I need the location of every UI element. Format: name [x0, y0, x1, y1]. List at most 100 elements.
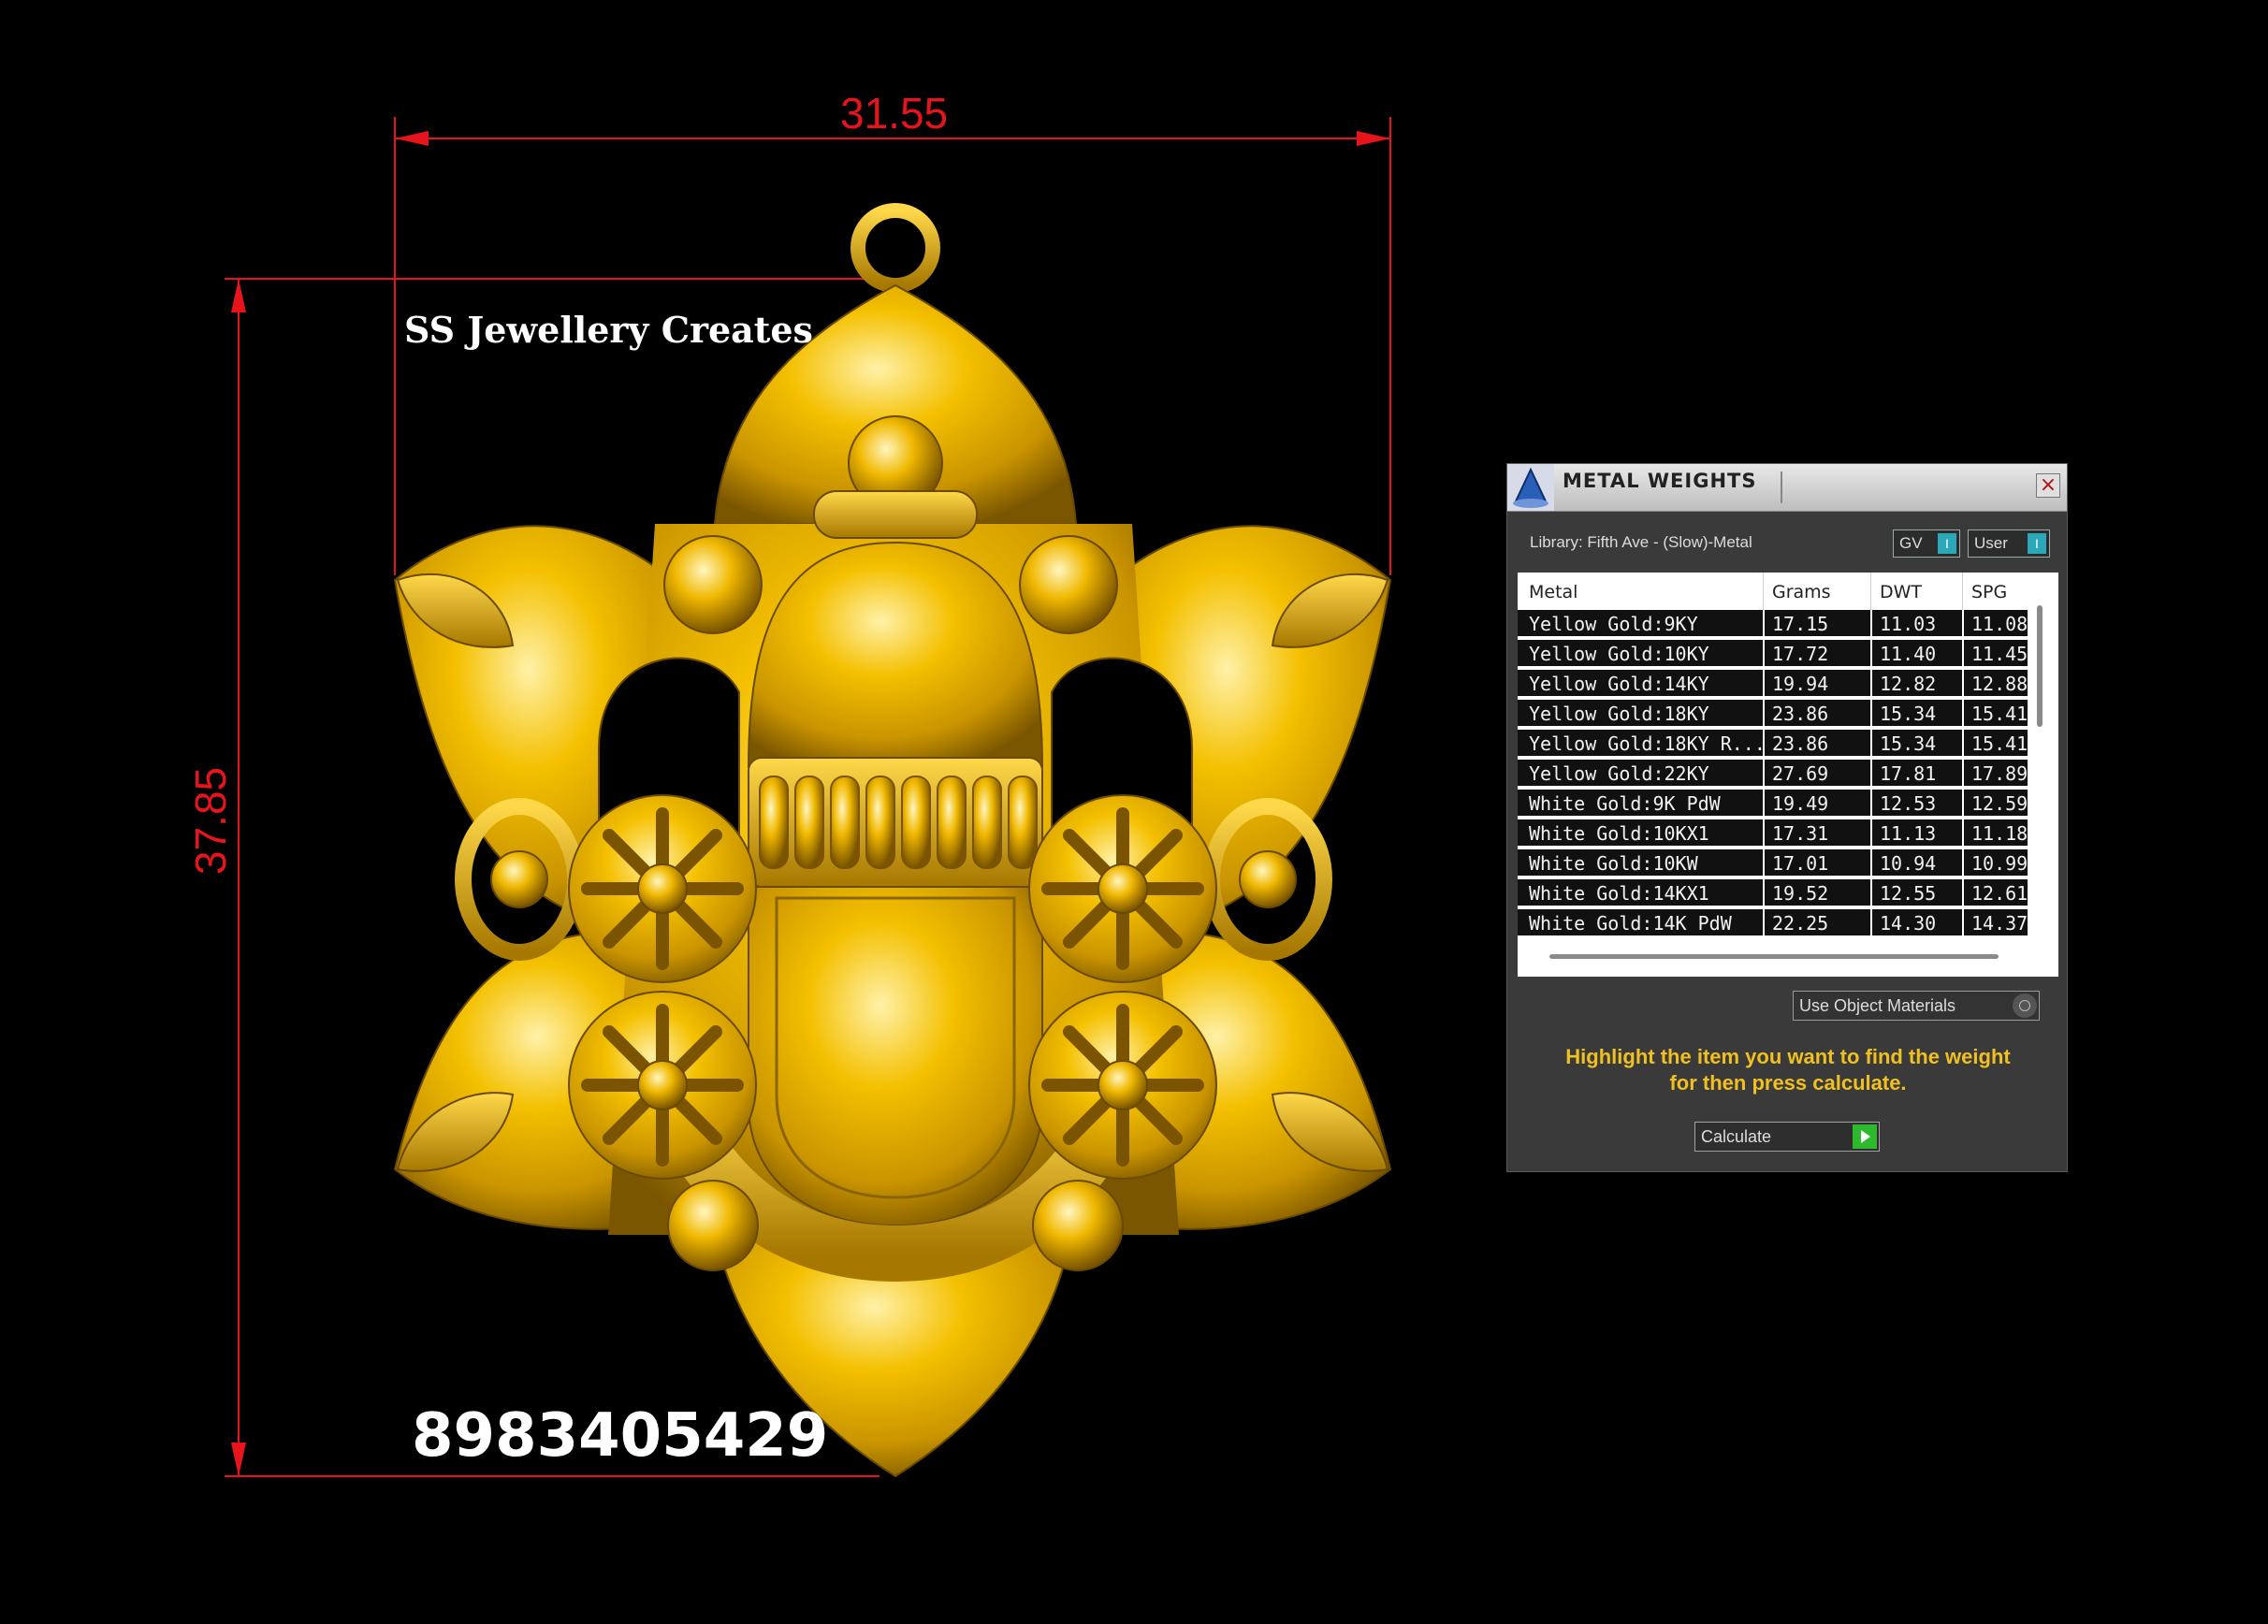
cell-metal: White Gold:14K PdW [1529, 912, 1732, 935]
cell-dwt: 11.03 [1880, 613, 1937, 635]
cell-dwt: 11.40 [1880, 643, 1937, 665]
column-divider [1763, 909, 1765, 937]
table-row[interactable]: Yellow Gold:18KY 23.86 15.34 15.41 [1518, 700, 2028, 728]
column-divider [1962, 610, 1964, 638]
column-header-spg[interactable]: SPG [1971, 582, 2007, 602]
cell-grams: 19.49 [1772, 792, 1829, 815]
column-divider [1763, 700, 1765, 728]
column-divider [1962, 790, 1964, 818]
column-divider [1763, 730, 1765, 758]
cell-dwt: 14.30 [1880, 912, 1937, 935]
table-row[interactable]: White Gold:14K PdW 22.25 14.30 14.37 [1518, 909, 2028, 937]
table-header: Metal Grams DWT SPG [1518, 573, 2028, 610]
table-body: Yellow Gold:9KY 17.15 11.03 11.08 Yellow Gol… [1518, 610, 2028, 937]
calculate-button[interactable]: Calculate [1694, 1122, 1880, 1152]
instructions-line-2: for then press calculate. [1669, 1071, 1907, 1095]
vertical-scrollbar[interactable] [2037, 605, 2043, 727]
cell-grams: 23.86 [1772, 732, 1829, 755]
column-divider [1870, 700, 1872, 728]
column-divider [1962, 819, 1964, 848]
height-dimension-label: 37.85 [186, 766, 235, 875]
cell-spg: 11.18 [1971, 822, 2028, 845]
cell-metal: White Gold:10KW [1529, 852, 1698, 875]
cell-dwt: 12.82 [1880, 673, 1937, 695]
column-divider [1962, 760, 1964, 788]
cell-grams: 17.01 [1772, 852, 1829, 875]
column-divider [1870, 610, 1872, 638]
cell-metal: Yellow Gold:9KY [1529, 613, 1698, 635]
dialog-titlebar[interactable]: METAL WEIGHTS × [1507, 464, 2067, 512]
cell-dwt: 10.94 [1880, 852, 1937, 875]
column-divider [1870, 760, 1872, 788]
cell-metal: White Gold:14KX1 [1529, 882, 1709, 905]
column-header-metal[interactable]: Metal [1529, 582, 1577, 602]
cell-metal: Yellow Gold:10KY [1529, 643, 1709, 665]
titlebar-divider [1781, 471, 1782, 503]
column-divider [1962, 670, 1964, 698]
toggle-knob-icon: I [2028, 533, 2046, 554]
cell-dwt: 17.81 [1880, 762, 1937, 785]
user-toggle[interactable]: User I [1968, 529, 2050, 558]
table-row[interactable]: Yellow Gold:9KY 17.15 11.03 11.08 [1518, 610, 2028, 638]
table-row[interactable]: White Gold:14KX1 19.52 12.55 12.61 [1518, 879, 2028, 907]
column-divider [1763, 610, 1765, 638]
table-row[interactable]: Yellow Gold:14KY 19.94 12.82 12.88 [1518, 670, 2028, 698]
metal-weights-table[interactable]: Metal Grams DWT SPG Yellow Gold:9KY 17.15… [1518, 573, 2058, 977]
matrix-logo-icon [1507, 464, 1554, 511]
cell-dwt: 15.34 [1880, 732, 1937, 755]
cell-spg: 15.41 [1971, 703, 2028, 725]
table-row[interactable]: White Gold:10KW 17.01 10.94 10.99 [1518, 849, 2028, 877]
cell-spg: 12.61 [1971, 882, 2028, 905]
column-divider [1962, 730, 1964, 758]
table-row[interactable]: Yellow Gold:18KY R... 23.86 15.34 15.41 [1518, 730, 2028, 758]
column-divider [1763, 879, 1765, 907]
cell-grams: 17.31 [1772, 822, 1829, 845]
column-divider [1870, 730, 1872, 758]
instructions-text: Highlight the item you want to find the … [1526, 1044, 2050, 1096]
cell-metal: Yellow Gold:18KY [1529, 703, 1709, 725]
brand-watermark: SS Jewellery Creates [404, 309, 813, 351]
table-row[interactable]: Yellow Gold:22KY 27.69 17.81 17.89 [1518, 760, 2028, 788]
table-row[interactable]: White Gold:9K PdW 19.49 12.53 12.59 [1518, 790, 2028, 818]
horizontal-scrollbar[interactable] [1549, 954, 1999, 959]
library-label: Library: Fifth Ave - (Slow)-Metal [1530, 533, 1752, 551]
column-divider [1763, 760, 1765, 788]
cell-spg: 12.59 [1971, 792, 2028, 815]
column-divider [1763, 790, 1765, 818]
cell-metal: White Gold:9K PdW [1529, 792, 1721, 815]
column-divider [1962, 909, 1964, 937]
cell-metal: White Gold:10KX1 [1529, 822, 1709, 845]
cell-grams: 22.25 [1772, 912, 1829, 935]
column-divider [1763, 819, 1765, 848]
table-row[interactable]: White Gold:10KX1 17.31 11.13 11.18 [1518, 819, 2028, 848]
cell-grams: 19.52 [1772, 882, 1829, 905]
materials-select-label: Use Object Materials [1799, 996, 1956, 1015]
use-object-materials-select[interactable]: Use Object Materials [1793, 991, 2040, 1021]
close-button[interactable]: × [2036, 473, 2060, 498]
gv-toggle[interactable]: GV I [1893, 529, 1960, 558]
cell-spg: 15.41 [1971, 732, 2028, 755]
width-dimension-label: 31.55 [840, 89, 949, 138]
pendant [393, 203, 1392, 1478]
column-divider [1962, 700, 1964, 728]
cell-spg: 12.88 [1971, 673, 2028, 695]
table-row[interactable]: Yellow Gold:10KY 17.72 11.40 11.45 [1518, 640, 2028, 668]
column-header-grams[interactable]: Grams [1772, 582, 1831, 602]
cell-dwt: 12.53 [1880, 792, 1937, 815]
dialog-title: METAL WEIGHTS [1563, 470, 1757, 492]
cell-grams: 27.69 [1772, 762, 1829, 785]
cell-metal: Yellow Gold:22KY [1529, 762, 1709, 785]
cell-grams: 19.94 [1772, 673, 1829, 695]
column-divider [1870, 909, 1872, 937]
column-divider [1962, 879, 1964, 907]
column-divider [1870, 819, 1872, 848]
column-header-dwt[interactable]: DWT [1880, 582, 1922, 602]
cell-dwt: 11.13 [1880, 822, 1937, 845]
metal-weights-dialog: METAL WEIGHTS × Library: Fifth Ave - (Sl… [1506, 463, 2068, 1172]
gv-toggle-label: GV [1899, 534, 1923, 552]
cell-spg: 11.45 [1971, 643, 2028, 665]
cell-dwt: 15.34 [1880, 703, 1937, 725]
dropdown-icon [2013, 993, 2037, 1018]
play-icon [1853, 1124, 1877, 1149]
column-divider [1870, 849, 1872, 877]
